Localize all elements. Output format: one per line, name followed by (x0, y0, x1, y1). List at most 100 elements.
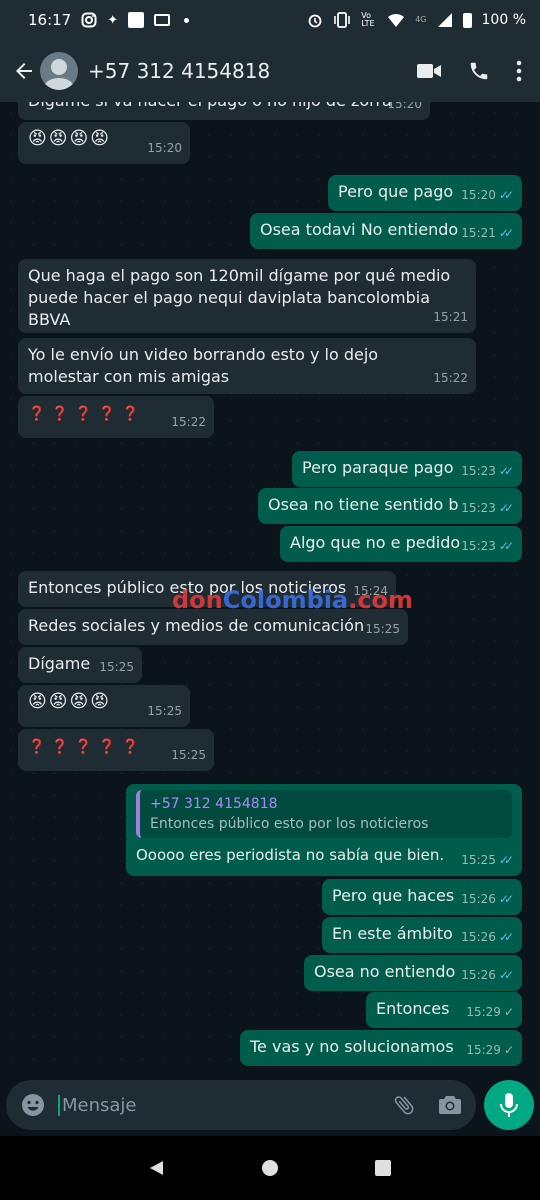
message-text: Yo le envío un video borrando esto y lo … (28, 345, 379, 386)
message-time: 15:23 (461, 539, 496, 553)
attach-icon[interactable] (392, 1093, 416, 1117)
message-meta: 15:25 (99, 656, 134, 678)
battery-icon (462, 12, 472, 28)
message-text: En este ámbito (332, 924, 453, 943)
read-receipt-icon: ✓✓ (498, 930, 514, 944)
home-circle-icon[interactable] (261, 1159, 279, 1177)
message-text: Dígame si va hacer el pago o no hijo de … (28, 102, 392, 110)
battery-level: 100 % (481, 12, 526, 28)
message-text: Osea todavi No entiendo (260, 220, 459, 239)
status-left: 16:17 ✦ (28, 11, 190, 29)
message-outgoing[interactable]: Te vas y no solucionamos 15:29 ✓ (240, 1030, 522, 1066)
message-meta: 15:25 (365, 618, 400, 640)
message-time: 15:22 (171, 415, 206, 429)
message-outgoing[interactable]: Algo que no e pedido 15:23 ✓✓ (280, 526, 522, 562)
message-outgoing[interactable]: Pero que pago 15:20 ✓✓ (328, 175, 522, 211)
message-time: 15:26 (461, 968, 496, 982)
sent-tick-icon: ✓ (503, 1005, 514, 1019)
message-text: Ooooo eres periodista no sabía que bien. (136, 846, 445, 864)
message-time: 15:29 (466, 1043, 501, 1057)
watermark-part: Colombia (222, 586, 349, 614)
phone-icon[interactable] (468, 60, 490, 82)
chat-header: +57 312 4154818 (0, 40, 540, 102)
message-time: 15:29 (466, 1005, 501, 1019)
camera-icon[interactable] (438, 1094, 462, 1116)
system-nav-bar (0, 1136, 540, 1200)
message-incoming[interactable]: ❓❓❓❓❓ 15:25 (18, 729, 214, 771)
signal-icon (437, 13, 452, 27)
read-receipt-icon: ✓✓ (498, 188, 514, 202)
message-outgoing[interactable]: Osea todavi No entiendo 15:21 ✓✓ (250, 213, 522, 249)
message-incoming[interactable]: Que haga el pago son 120mil dígame por q… (18, 259, 476, 333)
input-actions (392, 1093, 462, 1117)
watermark-part: don (172, 586, 223, 614)
message-outgoing[interactable]: En este ámbito 15:26 ✓✓ (322, 917, 522, 953)
message-incoming[interactable]: Redes sociales y medios de comunicación … (18, 609, 408, 645)
more-vert-icon[interactable] (516, 60, 522, 82)
message-outgoing[interactable]: Osea no tiene sentido b 15:23 ✓✓ (258, 488, 522, 524)
composer: Mensaje (0, 1080, 540, 1136)
header-actions (416, 60, 532, 82)
read-receipt-icon: ✓✓ (498, 226, 514, 240)
back-triangle-icon[interactable] (148, 1159, 166, 1177)
quoted-message[interactable]: +57 312 4154818 Entonces público esto po… (136, 790, 512, 838)
message-meta: 15:25 ✓✓ (461, 849, 514, 871)
message-text: Dígame (28, 654, 91, 673)
message-meta: 15:25 (171, 744, 206, 766)
message-text: Que haga el pago son 120mil dígame por q… (28, 266, 451, 329)
contact-name[interactable]: +57 312 4154818 (88, 59, 270, 83)
message-time: 15:25 (171, 748, 206, 762)
message-text: ❓❓❓❓❓ (28, 406, 146, 422)
message-meta: 15:20 (147, 137, 182, 159)
message-meta: 15:29 ✓ (466, 1001, 514, 1023)
network-type: 4G (415, 15, 427, 24)
video-call-icon[interactable] (416, 61, 442, 81)
message-outgoing[interactable]: Osea no entiendo 15:26 ✓✓ (304, 955, 522, 991)
message-time: 15:25 (461, 853, 496, 867)
status-right: Vo LTE 4G 100 % (307, 12, 526, 28)
dot-icon (184, 17, 190, 23)
message-meta: 15:22 (171, 411, 206, 433)
message-meta: 15:23 ✓✓ (461, 460, 514, 482)
message-incoming[interactable]: 😡😡😡😡 15:20 (18, 122, 190, 164)
volte-icon: Vo LTE (361, 11, 375, 28)
message-incoming[interactable]: ❓❓❓❓❓ 15:22 (18, 396, 214, 438)
message-time: 15:23 (461, 501, 496, 515)
read-receipt-icon: ✓✓ (498, 853, 514, 867)
quote-text: Entonces público esto por los noticieros (150, 816, 429, 832)
emoji-icon[interactable] (20, 1092, 46, 1118)
message-incoming[interactable]: Yo le envío un video borrando esto y lo … (18, 338, 476, 394)
recents-square-icon[interactable] (374, 1159, 392, 1177)
message-text: Entonces (376, 999, 450, 1018)
message-time: 15:25 (147, 704, 182, 718)
message-incoming[interactable]: Dígame 15:25 (18, 647, 142, 683)
message-input[interactable]: Mensaje (6, 1080, 476, 1130)
message-text: Pero que haces (332, 886, 455, 905)
message-meta: 15:29 ✓ (466, 1039, 514, 1061)
alarm-icon (308, 14, 322, 28)
message-incoming[interactable]: 😡😡😡😡 15:25 (18, 685, 190, 727)
message-time: 15:20 (461, 188, 496, 202)
message-outgoing[interactable]: Pero paraque pago 15:23 ✓✓ (292, 451, 522, 487)
status-bar: 16:17 ✦ Vo LTE 4G 100 % (0, 0, 540, 40)
mic-icon (500, 1093, 518, 1117)
sent-tick-icon: ✓ (503, 1043, 514, 1057)
back-arrow-icon[interactable] (12, 59, 36, 83)
chat-area[interactable]: Dígame si va hacer el pago o no hijo de … (0, 102, 540, 1080)
message-meta: 15:25 (147, 700, 182, 722)
read-receipt-icon: ✓✓ (498, 464, 514, 478)
message-placeholder[interactable]: Mensaje (58, 1094, 137, 1116)
message-outgoing[interactable]: Pero que haces 15:26 ✓✓ (322, 879, 522, 915)
message-time: 15:26 (461, 930, 496, 944)
message-incoming[interactable]: Dígame si va hacer el pago o no hijo de … (18, 102, 430, 120)
message-meta: 15:20 ✓✓ (461, 184, 514, 206)
message-time: 15:23 (461, 464, 496, 478)
message-text: 😡😡😡😡 (28, 128, 112, 149)
avatar[interactable] (40, 52, 78, 90)
message-time: 15:21 (461, 226, 496, 240)
message-outgoing-reply[interactable]: +57 312 4154818 Entonces público esto po… (126, 784, 522, 876)
message-meta: 15:23 ✓✓ (461, 497, 514, 519)
mic-button[interactable] (484, 1080, 534, 1130)
read-receipt-icon: ✓✓ (498, 539, 514, 553)
message-outgoing[interactable]: Entonces 15:29 ✓ (366, 992, 522, 1028)
